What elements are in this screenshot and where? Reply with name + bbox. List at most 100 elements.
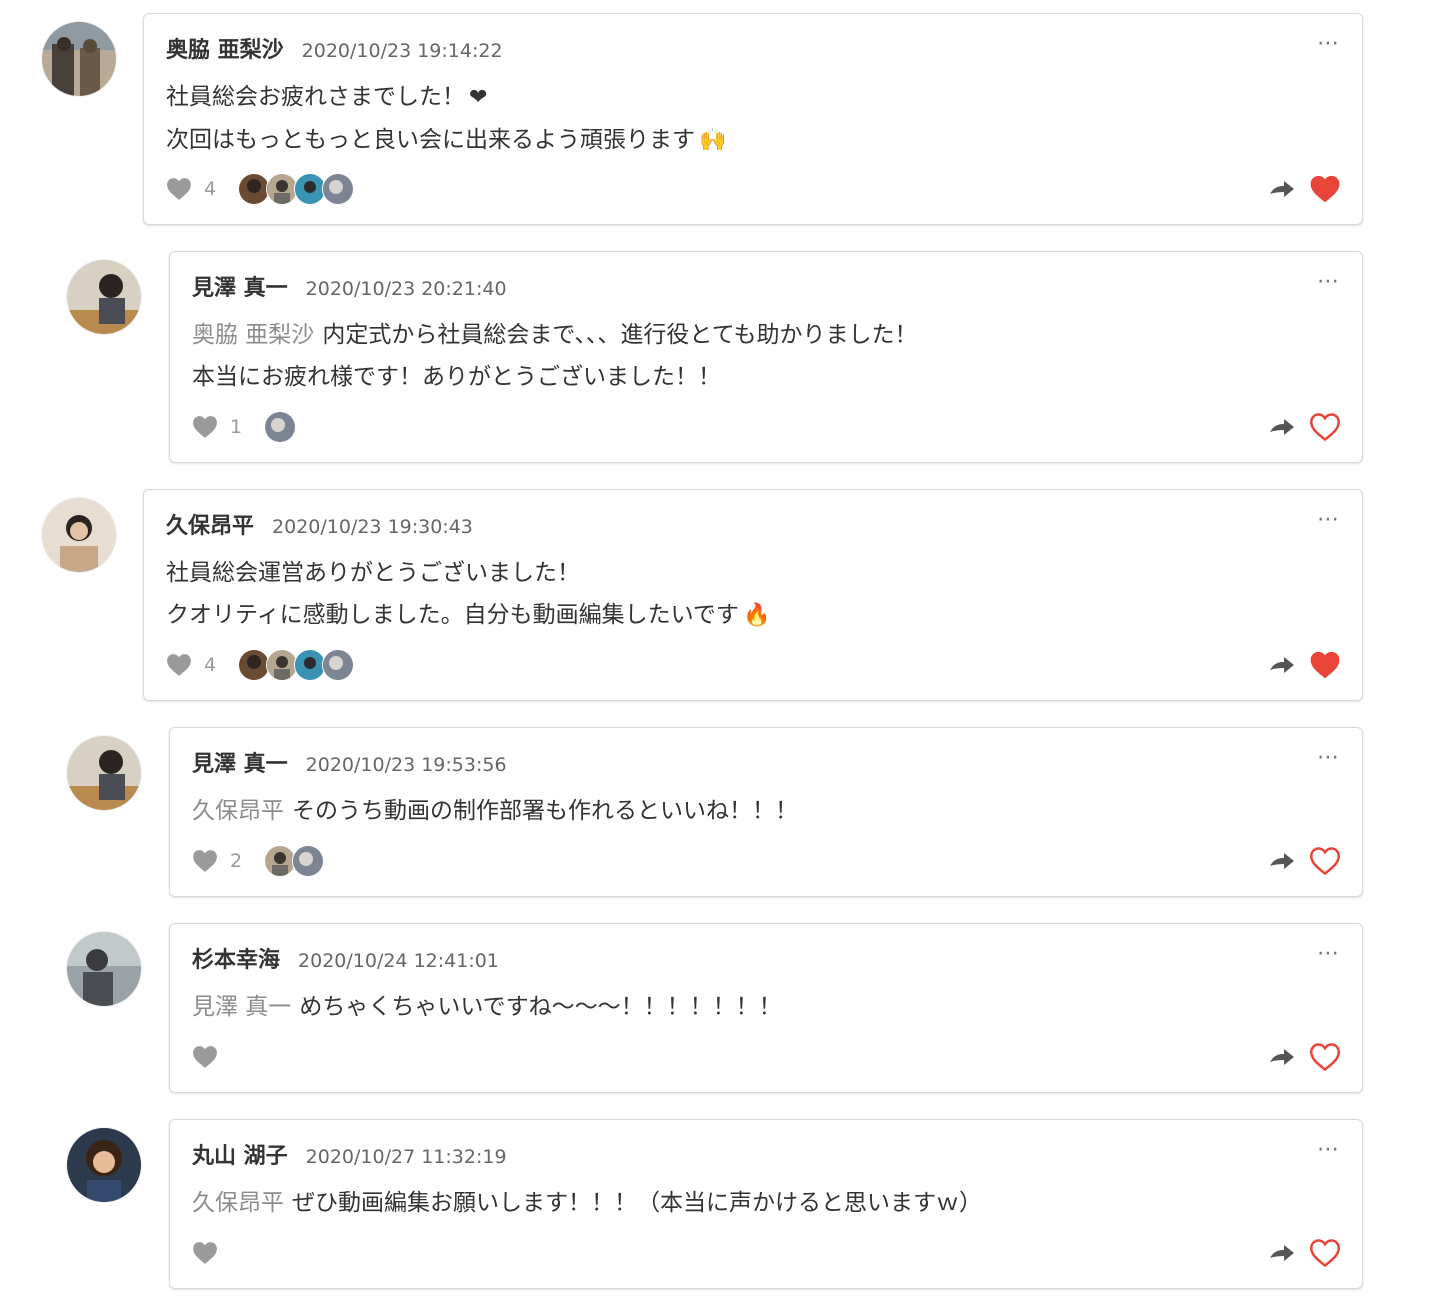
mention-link[interactable]: 久保昂平 <box>192 798 284 824</box>
comment-text: クオリティに感動しました。自分も動画編集したいです <box>166 602 739 628</box>
comment-line: 久保昂平 そのうち動画の制作部署も作れるといいね！！！ <box>192 790 798 832</box>
mention-link[interactable]: 久保昂平 <box>192 1190 284 1216</box>
more-options-icon[interactable]: ⋯ <box>1317 33 1340 55</box>
mention-link[interactable]: 見澤 真一 <box>192 994 291 1020</box>
comment-body: 久保昂平 そのうち動画の制作部署も作れるといいね！！！ <box>192 790 798 832</box>
liker-avatars[interactable] <box>238 649 354 681</box>
like-count-heart-icon[interactable] <box>166 653 192 677</box>
liker-avatars[interactable] <box>238 173 354 205</box>
user-avatar[interactable] <box>67 932 141 1006</box>
more-options-icon[interactable]: ⋯ <box>1317 943 1340 965</box>
liker-avatars[interactable] <box>264 411 296 443</box>
comment-header: 見澤 真一 2020/10/23 19:53:56 <box>192 746 507 778</box>
liker-avatar[interactable] <box>322 649 354 681</box>
like-count-heart-icon[interactable] <box>192 415 218 439</box>
like-button-outline-heart-icon[interactable] <box>1310 847 1340 875</box>
like-count[interactable]: 4 <box>204 178 224 200</box>
mention-link[interactable]: 奥脇 亜梨沙 <box>192 322 314 348</box>
author-name[interactable]: 見澤 真一 <box>192 746 288 778</box>
like-summary <box>192 1238 218 1268</box>
like-summary: 4 <box>166 649 354 681</box>
comment-card: 見澤 真一 2020/10/23 19:53:56 ⋯ 久保昂平 そのうち動画の制… <box>169 727 1363 897</box>
author-name[interactable]: 丸山 湖子 <box>192 1138 288 1170</box>
heart-emoji-icon: ❤ <box>469 85 488 110</box>
comment-body: 久保昂平 ぜひ動画編集お願いします！！！（本当に声かけると思いますｗ） <box>192 1182 982 1224</box>
liker-avatar[interactable] <box>322 173 354 205</box>
comment-body: 奥脇 亜梨沙 内定式から社員総会まで、、、進行役とても助かりました！ 本当にお疲れ… <box>192 314 918 398</box>
comment-header: 見澤 真一 2020/10/23 20:21:40 <box>192 270 507 302</box>
comment-line: クオリティに感動しました。自分も動画編集したいです 🔥 <box>166 594 770 637</box>
liker-avatar[interactable] <box>292 845 324 877</box>
comment-line: 次回はもっともっと良い会に出来るよう頑張ります 🙌 <box>166 119 726 162</box>
comment-line: 社員総会運営ありがとうございました！ <box>166 552 770 594</box>
like-summary <box>192 1042 218 1072</box>
comment-text: 内定式から社員総会まで、、、進行役とても助かりました！ <box>322 322 918 348</box>
comment-body: 社員総会お疲れさまでした！ ❤ 次回はもっともっと良い会に出来るよう頑張ります 🙌 <box>166 76 726 162</box>
author-name[interactable]: 奥脇 亜梨沙 <box>166 32 284 64</box>
comment-actions <box>1268 846 1340 876</box>
like-count-heart-icon[interactable] <box>166 177 192 201</box>
liker-avatar[interactable] <box>264 411 296 443</box>
comment-text: 本当にお疲れ様です！ありがとうございました！！ <box>192 364 721 390</box>
comment-text: めちゃくちゃいいですね〜〜〜！！！！！！！ <box>299 994 782 1020</box>
share-icon[interactable] <box>1268 1242 1296 1264</box>
share-icon[interactable] <box>1268 416 1296 438</box>
comment-header: 奥脇 亜梨沙 2020/10/23 19:14:22 <box>166 32 503 64</box>
like-button-filled-heart-icon[interactable] <box>1310 651 1340 679</box>
more-options-icon[interactable]: ⋯ <box>1317 747 1340 769</box>
comment-text: そのうち動画の制作部署も作れるといいね！！！ <box>292 798 798 824</box>
comment-header: 丸山 湖子 2020/10/27 11:32:19 <box>192 1138 507 1170</box>
user-avatar[interactable] <box>67 736 141 810</box>
share-icon[interactable] <box>1268 850 1296 872</box>
more-options-icon[interactable]: ⋯ <box>1317 1139 1340 1161</box>
like-count[interactable]: 1 <box>230 416 250 438</box>
like-summary: 4 <box>166 173 354 205</box>
comment-text: 社員総会お疲れさまでした！ <box>166 84 465 110</box>
comment-line: 久保昂平 ぜひ動画編集お願いします！！！（本当に声かけると思いますｗ） <box>192 1182 982 1224</box>
fire-emoji-icon: 🔥 <box>742 603 771 628</box>
like-count-heart-icon[interactable] <box>192 1241 218 1265</box>
comment-card: 丸山 湖子 2020/10/27 11:32:19 ⋯ 久保昂平 ぜひ動画編集お願… <box>169 1119 1363 1289</box>
like-button-filled-heart-icon[interactable] <box>1310 175 1340 203</box>
like-button-outline-heart-icon[interactable] <box>1310 1239 1340 1267</box>
comment-actions <box>1268 650 1340 680</box>
comment-text: ぜひ動画編集お願いします！！！（本当に声かけると思いますｗ） <box>292 1190 982 1216</box>
comment-actions <box>1268 412 1340 442</box>
user-avatar[interactable] <box>42 22 116 96</box>
comment-line: 奥脇 亜梨沙 内定式から社員総会まで、、、進行役とても助かりました！ <box>192 314 918 356</box>
user-avatar[interactable] <box>42 498 116 572</box>
user-avatar[interactable] <box>67 1128 141 1202</box>
liker-avatars[interactable] <box>264 845 324 877</box>
user-avatar[interactable] <box>67 260 141 334</box>
like-button-outline-heart-icon[interactable] <box>1310 1043 1340 1071</box>
author-name[interactable]: 久保昂平 <box>166 508 254 540</box>
timestamp: 2020/10/23 19:14:22 <box>301 40 503 62</box>
like-button-outline-heart-icon[interactable] <box>1310 413 1340 441</box>
comment-thread: 奥脇 亜梨沙 2020/10/23 19:14:22 ⋯ 社員総会お疲れさまでし… <box>0 0 1440 1308</box>
author-name[interactable]: 見澤 真一 <box>192 270 288 302</box>
like-count-heart-icon[interactable] <box>192 849 218 873</box>
author-name[interactable]: 杉本幸海 <box>192 942 280 974</box>
comment-actions <box>1268 1042 1340 1072</box>
comment-body: 社員総会運営ありがとうございました！ クオリティに感動しました。自分も動画編集し… <box>166 552 770 637</box>
like-count-heart-icon[interactable] <box>192 1045 218 1069</box>
comment-header: 久保昂平 2020/10/23 19:30:43 <box>166 508 473 540</box>
like-count[interactable]: 4 <box>204 654 224 676</box>
like-count[interactable]: 2 <box>230 850 250 872</box>
more-options-icon[interactable]: ⋯ <box>1317 509 1340 531</box>
comment-line: 見澤 真一 めちゃくちゃいいですね〜〜〜！！！！！！！ <box>192 986 782 1028</box>
comment-text: 次回はもっともっと良い会に出来るよう頑張ります <box>166 127 695 153</box>
timestamp: 2020/10/23 19:53:56 <box>305 754 507 776</box>
comment-header: 杉本幸海 2020/10/24 12:41:01 <box>192 942 499 974</box>
comment-text: 社員総会運営ありがとうございました！ <box>166 560 580 586</box>
comment-actions <box>1268 174 1340 204</box>
like-summary: 1 <box>192 411 296 443</box>
comment-card: 見澤 真一 2020/10/23 20:21:40 ⋯ 奥脇 亜梨沙 内定式から社… <box>169 251 1363 463</box>
timestamp: 2020/10/23 20:21:40 <box>305 278 507 300</box>
raised-hands-emoji-icon: 🙌 <box>699 128 727 153</box>
share-icon[interactable] <box>1268 178 1296 200</box>
timestamp: 2020/10/27 11:32:19 <box>305 1146 507 1168</box>
more-options-icon[interactable]: ⋯ <box>1317 271 1340 293</box>
share-icon[interactable] <box>1268 654 1296 676</box>
share-icon[interactable] <box>1268 1046 1296 1068</box>
